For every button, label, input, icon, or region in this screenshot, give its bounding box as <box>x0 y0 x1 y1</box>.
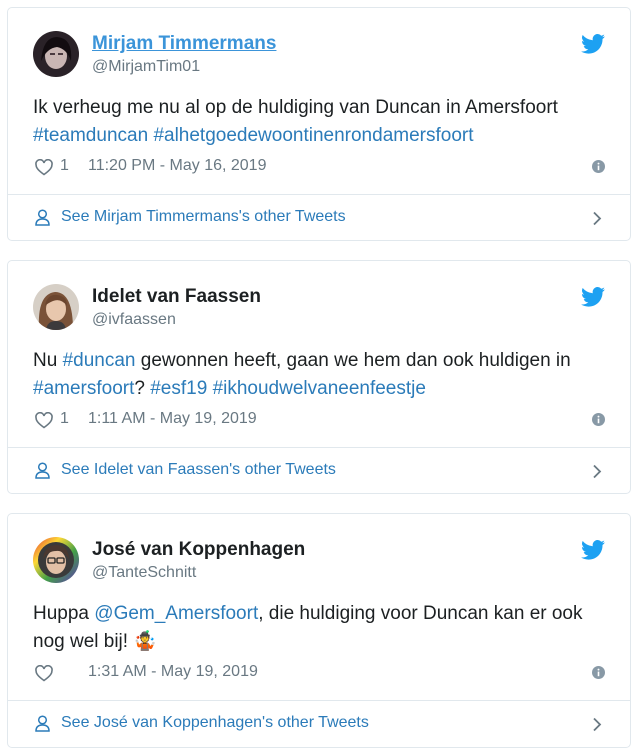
hashtag-link[interactable]: #teamduncan <box>33 125 148 146</box>
tweet-header: José van Koppenhagen @TanteSchnitt <box>33 537 610 589</box>
chevron-right-icon[interactable] <box>592 211 602 226</box>
divider <box>8 447 630 448</box>
author-name[interactable]: Mirjam Timmermans <box>92 33 276 55</box>
heart-icon[interactable] <box>35 665 53 682</box>
heart-icon[interactable] <box>35 412 53 429</box>
tweet-text: Nu #duncan gewonnen heeft, gaan we hem d… <box>33 347 608 403</box>
author-name[interactable]: Idelet van Faassen <box>92 286 261 308</box>
author-handle[interactable]: @ivfaassen <box>92 311 176 329</box>
info-icon[interactable] <box>592 413 605 426</box>
tweet-meta: 1 11:20 PM - May 16, 2019 <box>33 157 610 179</box>
divider <box>8 194 630 195</box>
see-other-tweets-link[interactable]: See José van Koppenhagen's other Tweets <box>33 713 610 737</box>
tweet-timestamp[interactable]: 1:11 AM - May 19, 2019 <box>88 410 257 428</box>
avatar[interactable] <box>33 284 79 330</box>
person-icon <box>35 715 50 732</box>
like-count: 1 <box>60 410 69 427</box>
hashtag-link[interactable]: #amersfoort <box>33 378 134 399</box>
tweet-timestamp[interactable]: 1:31 AM - May 19, 2019 <box>88 663 258 681</box>
tweet-meta: 1:31 AM - May 19, 2019 <box>33 663 610 685</box>
see-other-tweets-label[interactable]: See José van Koppenhagen's other Tweets <box>61 714 369 732</box>
author-handle[interactable]: @TanteSchnitt <box>92 564 196 582</box>
tweet-card: Idelet van Faassen @ivfaassen Nu #duncan… <box>7 260 631 494</box>
author-handle[interactable]: @MirjamTim01 <box>92 58 200 76</box>
tweet-text: Huppa @Gem_Amersfoort, die huldiging voo… <box>33 600 608 656</box>
see-other-tweets-label[interactable]: See Idelet van Faassen's other Tweets <box>61 461 336 479</box>
tweet-meta: 1 1:11 AM - May 19, 2019 <box>33 410 610 432</box>
divider <box>8 700 630 701</box>
tweet-text-content: Nu <box>33 350 58 371</box>
tweet-card: Mirjam Timmermans @MirjamTim01 Ik verheu… <box>7 7 631 241</box>
heart-icon[interactable] <box>35 159 53 176</box>
avatar[interactable] <box>33 537 79 583</box>
twitter-bird-icon[interactable] <box>581 540 605 560</box>
twitter-bird-icon[interactable] <box>581 34 605 54</box>
author-name[interactable]: José van Koppenhagen <box>92 539 305 561</box>
info-icon[interactable] <box>592 160 605 173</box>
hashtag-link[interactable]: #ikhoudwelvaneenfeestje <box>213 378 426 399</box>
see-other-tweets-link[interactable]: See Mirjam Timmermans's other Tweets <box>33 207 610 231</box>
hashtag-link[interactable]: #alhetgoedewoontinenrondamersfoort <box>153 125 473 146</box>
tweet-text-content: ? <box>134 378 145 399</box>
tweet-card: José van Koppenhagen @TanteSchnitt Huppa… <box>7 513 631 748</box>
avatar[interactable] <box>33 31 79 77</box>
see-other-tweets-link[interactable]: See Idelet van Faassen's other Tweets <box>33 460 610 484</box>
tweet-text: Ik verheug me nu al op de huldiging van … <box>33 94 608 150</box>
chevron-right-icon[interactable] <box>592 464 602 479</box>
tweet-timestamp[interactable]: 11:20 PM - May 16, 2019 <box>88 157 266 175</box>
tweet-header: Mirjam Timmermans @MirjamTim01 <box>33 31 610 83</box>
see-other-tweets-label[interactable]: See Mirjam Timmermans's other Tweets <box>61 208 346 226</box>
tweet-text-content: gewonnen heeft, gaan we hem dan ook huld… <box>140 350 571 371</box>
chevron-right-icon[interactable] <box>592 717 602 732</box>
person-icon <box>35 209 50 226</box>
info-icon[interactable] <box>592 666 605 679</box>
like-count: 1 <box>60 157 69 174</box>
tweet-text-content: Ik verheug me nu al op de huldiging van … <box>33 97 558 118</box>
hashtag-link[interactable]: #esf19 <box>150 378 207 399</box>
tweet-text-content: Huppa <box>33 603 89 624</box>
mention-link[interactable]: @Gem_Amersfoort <box>94 603 258 624</box>
twitter-bird-icon[interactable] <box>581 287 605 307</box>
tweet-header: Idelet van Faassen @ivfaassen <box>33 284 610 336</box>
hashtag-link[interactable]: #duncan <box>63 350 136 371</box>
person-icon <box>35 462 50 479</box>
emoji: 🤹 <box>133 631 158 652</box>
